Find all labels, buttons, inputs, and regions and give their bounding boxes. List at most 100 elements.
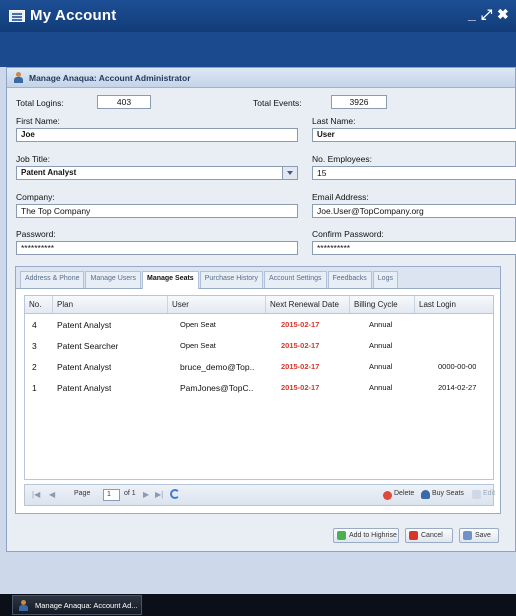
- add-icon: [337, 531, 346, 540]
- password-field[interactable]: **********: [16, 241, 298, 255]
- save-icon: [463, 531, 472, 540]
- column-header-last-login[interactable]: Last Login: [415, 296, 495, 313]
- panel-header: Manage Anaqua: Account Administrator: [7, 68, 515, 88]
- employees-label: No. Employees:: [312, 154, 372, 164]
- edit-button[interactable]: Edit: [483, 490, 495, 497]
- tab-feedbacks[interactable]: Feedbacks: [327, 271, 372, 288]
- grid-pager: |◀ ◀ Page 1 of 1 ▶ ▶| Delete Buy Seats E…: [24, 484, 495, 506]
- tab-manage-users[interactable]: Manage Users: [85, 271, 142, 288]
- minimize-icon[interactable]: _: [468, 6, 476, 22]
- cell-renewal: 2015-02-17: [281, 341, 320, 350]
- delete-button[interactable]: Delete: [394, 490, 414, 497]
- tab-account-settings[interactable]: Account Settings: [264, 271, 327, 288]
- user-icon: [13, 72, 24, 83]
- column-header-plan[interactable]: Plan: [53, 296, 168, 313]
- page-number-input[interactable]: 1: [103, 489, 120, 501]
- add-to-highrise-label: Add to Highrise: [349, 532, 397, 539]
- table-row[interactable]: 1 Patent Analyst PamJones@TopC.. 2015-02…: [25, 377, 493, 398]
- cancel-icon: [409, 531, 418, 540]
- grid-header: No. Plan User Next Renewal Date Billing …: [25, 296, 493, 314]
- cell-user: bruce_demo@Top..: [180, 362, 255, 372]
- first-name-label: First Name:: [16, 116, 60, 126]
- cancel-button[interactable]: Cancel: [405, 528, 453, 543]
- total-events-field[interactable]: 3926: [331, 95, 387, 109]
- last-name-field[interactable]: User: [312, 128, 516, 142]
- cell-user: Open Seat: [180, 341, 216, 350]
- account-card-icon: [9, 10, 25, 22]
- cell-plan: Patent Analyst: [57, 383, 112, 393]
- employees-field[interactable]: 15: [312, 166, 516, 180]
- previous-page-icon[interactable]: ◀: [49, 490, 55, 499]
- total-events-label: Total Events:: [253, 98, 302, 108]
- chevron-down-icon[interactable]: [282, 167, 297, 179]
- cell-user: Open Seat: [180, 320, 216, 329]
- confirm-password-label: Confirm Password:: [312, 229, 384, 239]
- cell-no: 4: [32, 320, 37, 330]
- table-row[interactable]: 3 Patent Searcher Open Seat 2015-02-17 A…: [25, 335, 493, 356]
- password-label: Password:: [16, 229, 56, 239]
- save-label: Save: [475, 532, 491, 539]
- refresh-icon[interactable]: [170, 489, 180, 499]
- first-name-field[interactable]: Joe: [16, 128, 298, 142]
- page-label: Page: [74, 490, 91, 497]
- table-row[interactable]: 4 Patent Analyst Open Seat 2015-02-17 An…: [25, 314, 493, 335]
- confirm-password-field[interactable]: **********: [312, 241, 516, 255]
- last-name-label: Last Name:: [312, 116, 356, 126]
- company-label: Company:: [16, 192, 55, 202]
- column-header-renewal[interactable]: Next Renewal Date: [266, 296, 350, 313]
- column-header-no[interactable]: No.: [25, 296, 53, 313]
- first-page-icon[interactable]: |◀: [32, 490, 40, 499]
- close-icon[interactable]: ✖: [497, 6, 509, 23]
- edit-icon: [472, 490, 481, 499]
- page-count-label: of 1: [124, 490, 136, 497]
- tab-strip: Address & Phone Manage Users Manage Seats P…: [16, 267, 500, 289]
- cell-cycle: Annual: [369, 362, 393, 371]
- cell-renewal: 2015-02-17: [281, 362, 320, 371]
- email-label: Email Address:: [312, 192, 369, 202]
- maximize-icon[interactable]: ⤢: [481, 6, 492, 23]
- column-header-billing[interactable]: Billing Cycle: [350, 296, 415, 313]
- cell-no: 3: [32, 341, 37, 351]
- seats-grid: No. Plan User Next Renewal Date Billing …: [24, 295, 494, 480]
- cell-cycle: Annual: [369, 320, 393, 329]
- cell-plan: Patent Analyst: [57, 320, 112, 330]
- tab-purchase-history[interactable]: Purchase History: [199, 271, 263, 288]
- cell-no: 2: [32, 362, 37, 372]
- account-form: Total Logins: 403 Total Events: 3926 Fir…: [7, 88, 516, 263]
- tab-manage-seats[interactable]: Manage Seats: [142, 271, 199, 289]
- last-page-icon[interactable]: ▶|: [155, 490, 163, 499]
- cell-user: PamJones@TopC..: [180, 383, 254, 393]
- cell-cycle: Annual: [369, 341, 393, 350]
- window-header-band: [0, 32, 516, 67]
- tab-address-phone[interactable]: Address & Phone: [20, 271, 85, 288]
- cell-no: 1: [32, 383, 37, 393]
- buy-seats-icon: [421, 490, 430, 499]
- taskbar: Manage Anaqua: Account Ad...: [0, 594, 516, 616]
- email-field[interactable]: Joe.User@TopCompany.org: [312, 204, 516, 218]
- buy-seats-button[interactable]: Buy Seats: [432, 490, 464, 497]
- cell-cycle: Annual: [369, 383, 393, 392]
- taskbar-item-label: Manage Anaqua: Account Ad...: [35, 601, 138, 610]
- user-icon: [18, 600, 29, 611]
- cell-last-login: 2014-02-27: [438, 383, 477, 392]
- cell-plan: Patent Analyst: [57, 362, 112, 372]
- taskbar-item-account-admin[interactable]: Manage Anaqua: Account Ad...: [12, 595, 142, 615]
- window-title: My Account: [30, 7, 117, 24]
- cell-renewal: 2015-02-17: [281, 383, 320, 392]
- table-row[interactable]: 2 Patent Analyst bruce_demo@Top.. 2015-0…: [25, 356, 493, 377]
- next-page-icon[interactable]: ▶: [143, 490, 149, 499]
- total-logins-field[interactable]: 403: [97, 95, 151, 109]
- account-tabs-panel: Address & Phone Manage Users Manage Seats P…: [15, 266, 501, 514]
- cell-renewal: 2015-02-17: [281, 320, 320, 329]
- tab-logs[interactable]: Logs: [372, 271, 398, 288]
- window-titlebar: My Account _ ⤢ ✖: [0, 0, 516, 32]
- job-title-value: Patent Analyst: [21, 168, 77, 177]
- save-button[interactable]: Save: [459, 528, 499, 543]
- column-header-user[interactable]: User: [168, 296, 266, 313]
- cell-last-login: 0000-00-00: [438, 362, 477, 371]
- job-title-select[interactable]: Patent Analyst: [16, 166, 298, 180]
- company-field[interactable]: The Top Company: [16, 204, 298, 218]
- delete-icon: [383, 491, 392, 500]
- add-to-highrise-button[interactable]: Add to Highrise: [333, 528, 399, 543]
- total-logins-label: Total Logins:: [16, 98, 64, 108]
